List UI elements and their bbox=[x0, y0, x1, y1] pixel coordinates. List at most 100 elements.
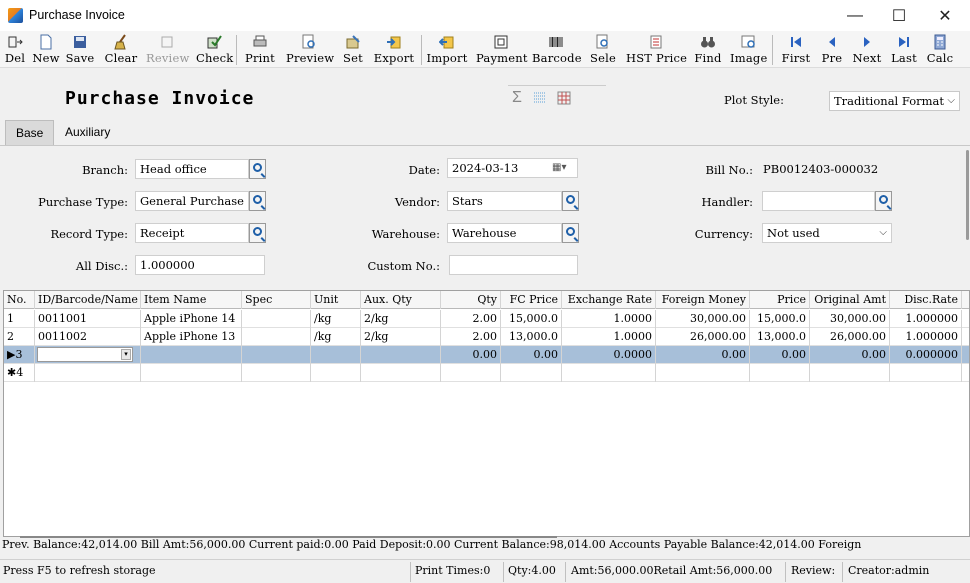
list-view-icon[interactable] bbox=[532, 90, 548, 106]
toolbar-payment-button[interactable]: Payment bbox=[476, 33, 528, 67]
all-disc-field[interactable]: 1.000000 bbox=[135, 255, 265, 275]
aux-qty-cell[interactable] bbox=[361, 346, 441, 364]
toolbar-sele-button[interactable]: Sele bbox=[588, 33, 618, 67]
grid-view-icon[interactable] bbox=[556, 90, 572, 106]
fc-price-cell[interactable]: 15,000.0 bbox=[501, 310, 562, 328]
column-header[interactable]: Aux. Qty bbox=[361, 291, 441, 309]
toolbar-next-button[interactable]: Next bbox=[852, 33, 882, 67]
date-field[interactable]: 2024-03-13 ▦▾ bbox=[447, 158, 578, 178]
column-header[interactable]: No. bbox=[4, 291, 35, 309]
currency-select[interactable]: Not used ⌵ bbox=[762, 223, 892, 243]
toolbar-first-button[interactable]: First bbox=[778, 33, 814, 67]
toolbar-last-button[interactable]: Last bbox=[890, 33, 918, 67]
original-amt-cell[interactable] bbox=[810, 364, 890, 382]
spec-cell[interactable] bbox=[242, 346, 311, 364]
table-row-new[interactable]: ✱4 bbox=[4, 364, 969, 382]
price-cell[interactable]: 0.00 bbox=[750, 346, 810, 364]
disc-rate-cell[interactable] bbox=[890, 364, 962, 382]
column-header[interactable]: Spec bbox=[242, 291, 311, 309]
purchase-type-field[interactable]: General Purchase bbox=[135, 191, 249, 211]
unit-cell[interactable]: /kg bbox=[311, 328, 361, 346]
ellipsis-button[interactable]: ▾ bbox=[121, 349, 131, 360]
handler-field[interactable] bbox=[762, 191, 875, 211]
plot-style-select[interactable]: Traditional Format ⌵ bbox=[829, 91, 960, 111]
item-name-cell[interactable] bbox=[141, 346, 242, 364]
original-amt-cell[interactable]: 30,000.00 bbox=[810, 310, 890, 328]
qty-cell[interactable]: 2.00 bbox=[441, 328, 501, 346]
item-id-cell[interactable] bbox=[35, 364, 141, 382]
sigma-icon[interactable]: Σ bbox=[509, 90, 525, 106]
table-row-selected[interactable]: ▶3 ▾ 0.00 0.00 0.0000 0.00 0.00 0.00 0.0… bbox=[4, 346, 969, 364]
purchase-type-lookup-button[interactable] bbox=[249, 191, 266, 211]
item-id-editor[interactable]: ▾ bbox=[37, 347, 133, 362]
qty-cell[interactable]: 2.00 bbox=[441, 310, 501, 328]
item-id-cell[interactable]: 0011002 bbox=[35, 328, 141, 346]
toolbar-print-button[interactable]: Print bbox=[242, 33, 278, 67]
spec-cell[interactable] bbox=[242, 364, 311, 382]
price-cell[interactable] bbox=[750, 364, 810, 382]
handler-lookup-button[interactable] bbox=[875, 191, 892, 211]
toolbar-image-button[interactable]: Image bbox=[730, 33, 767, 67]
custom-no-field[interactable] bbox=[449, 255, 578, 275]
toolbar-hst-price-button[interactable]: HST Price bbox=[626, 33, 687, 67]
branch-field[interactable]: Head office bbox=[135, 159, 249, 179]
item-name-cell[interactable]: Apple iPhone 13 bbox=[141, 328, 242, 346]
fc-price-cell[interactable] bbox=[501, 364, 562, 382]
item-name-cell[interactable] bbox=[141, 364, 242, 382]
tab-base[interactable]: Base bbox=[5, 120, 55, 146]
foreign-money-cell[interactable] bbox=[656, 364, 750, 382]
table-row[interactable]: 2 0011002 Apple iPhone 13 /kg 2/kg 2.00 … bbox=[4, 328, 969, 346]
toolbar-del-button[interactable]: Del bbox=[2, 33, 28, 67]
column-header[interactable]: Foreign Money bbox=[656, 291, 750, 309]
exchange-rate-cell[interactable]: 1.0000 bbox=[562, 310, 656, 328]
minimize-button[interactable]: — bbox=[832, 0, 878, 31]
toolbar-review-button[interactable]: Review bbox=[146, 33, 189, 67]
exchange-rate-cell[interactable] bbox=[562, 364, 656, 382]
warehouse-field[interactable]: Warehouse bbox=[447, 223, 562, 243]
item-id-cell[interactable]: ▾ bbox=[35, 346, 141, 364]
item-id-cell[interactable]: 0011001 bbox=[35, 310, 141, 328]
toolbar-import-button[interactable]: Import bbox=[426, 33, 468, 67]
toolbar-clear-button[interactable]: Clear bbox=[103, 33, 139, 67]
qty-cell[interactable]: 0.00 bbox=[441, 346, 501, 364]
fc-price-cell[interactable]: 0.00 bbox=[501, 346, 562, 364]
exchange-rate-cell[interactable]: 0.0000 bbox=[562, 346, 656, 364]
column-header[interactable]: Disc.Rate bbox=[890, 291, 962, 309]
column-header[interactable]: Item Name bbox=[141, 291, 242, 309]
toolbar-save-button[interactable]: Save bbox=[64, 33, 96, 67]
branch-lookup-button[interactable] bbox=[249, 159, 266, 179]
foreign-money-cell[interactable]: 0.00 bbox=[656, 346, 750, 364]
column-header[interactable]: FC Price bbox=[501, 291, 562, 309]
toolbar-pre-button[interactable]: Pre bbox=[820, 33, 844, 67]
spec-cell[interactable] bbox=[242, 328, 311, 346]
toolbar-set-button[interactable]: Set bbox=[340, 33, 366, 67]
column-header[interactable]: Original Amt bbox=[810, 291, 890, 309]
record-type-field[interactable]: Receipt bbox=[135, 223, 249, 243]
disc-rate-cell[interactable]: 1.000000 bbox=[890, 310, 962, 328]
item-name-cell[interactable]: Apple iPhone 14 bbox=[141, 310, 242, 328]
foreign-money-cell[interactable]: 26,000.00 bbox=[656, 328, 750, 346]
form-scrollbar[interactable] bbox=[966, 150, 969, 240]
disc-rate-cell[interactable]: 0.000000 bbox=[890, 346, 962, 364]
unit-cell[interactable]: /kg bbox=[311, 310, 361, 328]
foreign-money-cell[interactable]: 30,000.00 bbox=[656, 310, 750, 328]
record-type-lookup-button[interactable] bbox=[249, 223, 266, 243]
maximize-button[interactable]: ☐ bbox=[876, 0, 922, 31]
column-header[interactable]: ID/Barcode/Name bbox=[35, 291, 141, 309]
toolbar-find-button[interactable]: Find bbox=[692, 33, 724, 67]
unit-cell[interactable] bbox=[311, 346, 361, 364]
spec-cell[interactable] bbox=[242, 310, 311, 328]
aux-qty-cell[interactable] bbox=[361, 364, 441, 382]
disc-rate-cell[interactable]: 1.000000 bbox=[890, 328, 962, 346]
warehouse-lookup-button[interactable] bbox=[562, 223, 579, 243]
aux-qty-cell[interactable]: 2/kg bbox=[361, 328, 441, 346]
column-header[interactable]: Unit bbox=[311, 291, 361, 309]
toolbar-check-button[interactable]: Check bbox=[196, 33, 233, 67]
price-cell[interactable]: 15,000.0 bbox=[750, 310, 810, 328]
unit-cell[interactable] bbox=[311, 364, 361, 382]
column-header[interactable]: Exchange Rate bbox=[562, 291, 656, 309]
close-button[interactable]: ✕ bbox=[922, 0, 968, 31]
toolbar-export-button[interactable]: Export bbox=[373, 33, 415, 67]
toolbar-new-button[interactable]: New bbox=[32, 33, 60, 67]
column-header[interactable]: Qty bbox=[441, 291, 501, 309]
